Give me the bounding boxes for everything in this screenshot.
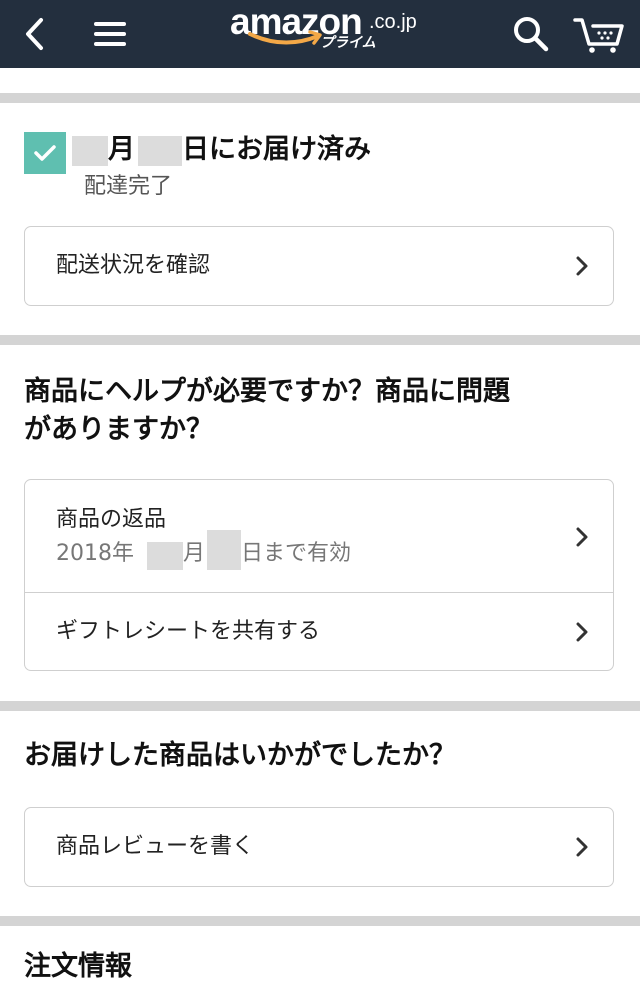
help-options-card: 商品の返品 2018年 月 日まで有効 ギフトレシートを共有する xyxy=(24,479,614,671)
return-deadline-month: 月 xyxy=(183,541,206,566)
chevron-right-icon xyxy=(576,256,588,276)
section-divider xyxy=(0,335,640,345)
back-button[interactable] xyxy=(10,0,60,68)
section-divider xyxy=(0,93,640,103)
return-item-button[interactable]: 商品の返品 2018年 月 日まで有効 xyxy=(25,480,613,592)
redacted-month xyxy=(147,542,183,570)
write-review-label: 商品レビューを書く xyxy=(56,834,255,859)
cart-button[interactable] xyxy=(566,0,632,68)
track-package-card: 配送状況を確認 xyxy=(24,226,614,306)
track-package-button[interactable]: 配送状況を確認 xyxy=(25,227,613,305)
section-divider xyxy=(0,916,640,926)
delivery-status-month: 月 xyxy=(108,134,135,165)
cart-icon xyxy=(573,18,624,53)
chevron-right-icon xyxy=(576,622,588,642)
amazon-prime-logo[interactable]: amazon .co.jp プライム xyxy=(224,2,424,58)
write-review-button[interactable]: 商品レビューを書く xyxy=(25,808,613,886)
review-card: 商品レビューを書く xyxy=(24,807,614,887)
order-info-heading: 注文情報 xyxy=(24,951,132,982)
redacted-month xyxy=(72,136,108,166)
track-package-label: 配送状況を確認 xyxy=(56,253,211,278)
share-gift-receipt-label: ギフトレシートを共有する xyxy=(56,619,321,644)
logo-prime-label: プライム xyxy=(320,35,376,51)
return-deadline-year: 2018年 xyxy=(56,541,134,566)
search-button[interactable] xyxy=(502,0,560,68)
return-deadline-rest: 日まで有効 xyxy=(241,541,352,566)
menu-icon xyxy=(94,22,126,46)
redacted-day xyxy=(138,136,182,166)
back-icon xyxy=(26,18,43,50)
feedback-heading: お届けした商品はいかがでしたか？ xyxy=(24,740,456,771)
return-item-label: 商品の返品 xyxy=(56,507,167,532)
help-heading-line1: 商品にヘルプが必要ですか？商品に問題 xyxy=(24,376,510,407)
share-gift-receipt-button[interactable]: ギフトレシートを共有する xyxy=(25,593,613,670)
chevron-right-icon xyxy=(576,837,588,857)
delivery-status-text: 日にお届け済み xyxy=(182,134,371,165)
chevron-right-icon xyxy=(576,527,588,547)
logo-domain-suffix: .co.jp xyxy=(369,11,417,33)
delivery-substatus: 配達完了 xyxy=(84,174,173,199)
search-icon xyxy=(514,17,549,52)
menu-button[interactable] xyxy=(80,0,140,68)
checkmark-icon xyxy=(34,145,56,161)
help-heading-line2: がありますか？ xyxy=(24,414,213,445)
delivered-check-badge xyxy=(24,132,66,174)
top-navigation-bar: amazon .co.jp プライム xyxy=(0,0,640,68)
smile-arrow-icon xyxy=(248,30,322,45)
section-divider xyxy=(0,701,640,711)
redacted-day xyxy=(207,530,241,570)
